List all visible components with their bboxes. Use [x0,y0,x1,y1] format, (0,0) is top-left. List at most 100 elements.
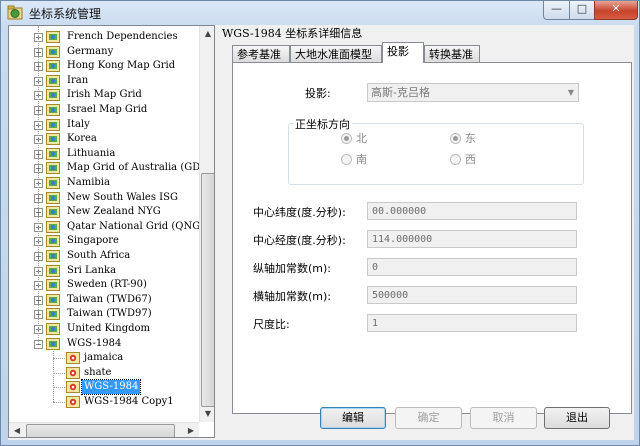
ok-button[interactable]: 确定 [395,407,462,429]
tree-branch-line [53,402,65,403]
projection-label: 投影: [305,87,331,100]
dropdown-arrow-icon: ▼ [567,88,574,97]
tree-item-label: WGS-1984 Copy1 [84,396,174,407]
map-folder-icon [46,191,60,204]
map-folder-icon [46,250,60,262]
false-easting-label: 横轴加常数(m): [253,290,332,303]
map-folder-icon [46,118,60,131]
tree-vertical-scrollbar[interactable]: ▲ ▼ [199,26,214,422]
center-latitude-field[interactable]: 00.000000 [367,202,577,220]
map-folder-icon [46,133,60,146]
tree-item-label: Map Grid of Australia (GD [67,162,199,174]
radio-east-dot [450,133,461,144]
detail-group-title: WGS-1984 坐标系详细信息 [222,27,363,40]
minimize-button[interactable]: — [543,1,570,20]
tab-geoid-model[interactable]: 大地水准面模型 [290,45,382,62]
tree-item-label: Lithuania [67,147,116,159]
radio-west-dot [450,154,461,165]
edit-button[interactable]: 编辑 [320,407,386,429]
map-folder-icon [46,89,60,102]
map-folder-icon [46,323,60,335]
tree-branch-line [53,387,65,389]
false-northing-label: 纵轴加常数(m): [253,262,332,275]
radio-east-label: 东 [465,132,476,145]
tree-item-label: Namibia [67,177,110,188]
scroll-up-arrow-icon[interactable]: ▲ [200,26,214,42]
radio-south-label: 南 [356,153,367,166]
tree-branch-line [53,358,65,360]
map-folder-icon [46,279,60,292]
globe-app-icon [7,5,23,20]
tree-item-label: Sri Lanka [67,264,117,276]
radio-south-dot [341,154,352,165]
tree-item-label: Israel Map Grid [67,104,148,115]
tree-item-label: Singapore [67,235,119,247]
tree-connector-line [38,26,39,344]
map-folder-icon [46,177,60,189]
client-area: + French Dependencies + Germany + Hong Kong M… [8,25,634,440]
close-button[interactable]: ✕ [594,1,638,20]
tree-item-label: WGS-1984 [67,337,122,349]
scroll-right-arrow-icon[interactable]: ▶ [183,423,199,437]
tab-projection[interactable]: 投影 [382,42,424,63]
false-northing-field[interactable]: 0 [367,258,577,276]
false-easting-field[interactable]: 500000 [367,286,577,304]
tab-transformation-datum[interactable]: 转换基准 [424,45,480,62]
center-latitude-label: 中心纬度(度.分秒): [253,206,346,219]
maximize-button[interactable]: □ [569,1,595,20]
center-longitude-field[interactable]: 114.000000 [367,230,577,248]
map-folder-icon [46,293,60,306]
scroll-left-arrow-icon[interactable]: ◀ [9,423,25,437]
tree-item-label: Italy [67,118,90,130]
tree-item-label: Korea [67,133,97,145]
tree-horizontal-scrollbar[interactable]: ◀ ▶ [9,422,199,437]
main-window: 坐标系统管理 — □ ✕ + French Dependencies + German… [0,0,640,446]
coordinate-system-tree[interactable]: + French Dependencies + Germany + Hong Kong M… [8,25,215,438]
cancel-button[interactable]: 取消 [470,407,537,429]
tree-child-item[interactable]: jamaica [9,351,199,365]
radio-west-label: 西 [465,153,476,166]
coordinate-system-icon [66,366,80,379]
map-folder-icon [46,264,60,277]
tree-child-connector-line [53,348,54,402]
tree-item-label: Hong Kong Map Grid [67,60,176,72]
tree-item-label: French Dependencies [67,31,178,42]
map-folder-icon [46,308,60,321]
title-bar[interactable]: 坐标系统管理 — □ ✕ [1,1,639,25]
tree-item-label: WGS-1984 [80,379,142,396]
vertical-scroll-thumb[interactable] [201,173,214,407]
window-title: 坐标系统管理 [29,7,102,21]
projection-select[interactable]: 高斯-克吕格 ▼ [367,83,579,102]
direction-groupbox: 正坐标方向 北 南 东 西 [288,116,584,185]
tree-child-item[interactable]: WGS-1984 [9,379,199,396]
tree-item-label: United Kingdom [67,323,150,334]
projection-select-value: 高斯-克吕格 [371,86,430,99]
tree-item-label: shate [84,366,112,378]
tree-child-item[interactable]: shate [9,366,199,380]
coordinate-system-icon [66,381,80,394]
tree-item-label: jamaica [84,352,124,364]
tree-item-label: New South Wales ISG [67,191,178,203]
tree-item-label: Taiwan (TWD97) [67,308,152,320]
scale-factor-field[interactable]: 1 [367,314,577,332]
map-folder-icon [46,235,60,248]
center-longitude-label: 中心经度(度.分秒): [253,234,346,247]
horizontal-scroll-thumb[interactable] [26,424,175,437]
tree-item-label: Germany [67,45,114,57]
tree-item-label: New Zealand NYG [67,206,161,218]
map-folder-icon [46,60,60,73]
scroll-down-arrow-icon[interactable]: ▼ [200,406,214,422]
map-folder-icon [46,147,60,160]
tab-reference-datum[interactable]: 参考基准 [232,45,290,62]
exit-button[interactable]: 退出 [544,407,610,429]
direction-group-title: 正坐标方向 [293,116,352,132]
tree-child-item[interactable]: WGS-1984 Copy1 [9,395,199,409]
map-folder-icon [46,31,60,43]
map-folder-icon [46,45,60,58]
radio-north-dot [341,133,352,144]
tree-item-label: Irish Map Grid [67,89,142,101]
tree-item-label: Iran [67,74,89,86]
map-folder-icon [46,206,60,219]
tree-item-label: South Africa [67,250,131,261]
tree-rows: + French Dependencies + Germany + Hong Kong M… [9,26,199,422]
